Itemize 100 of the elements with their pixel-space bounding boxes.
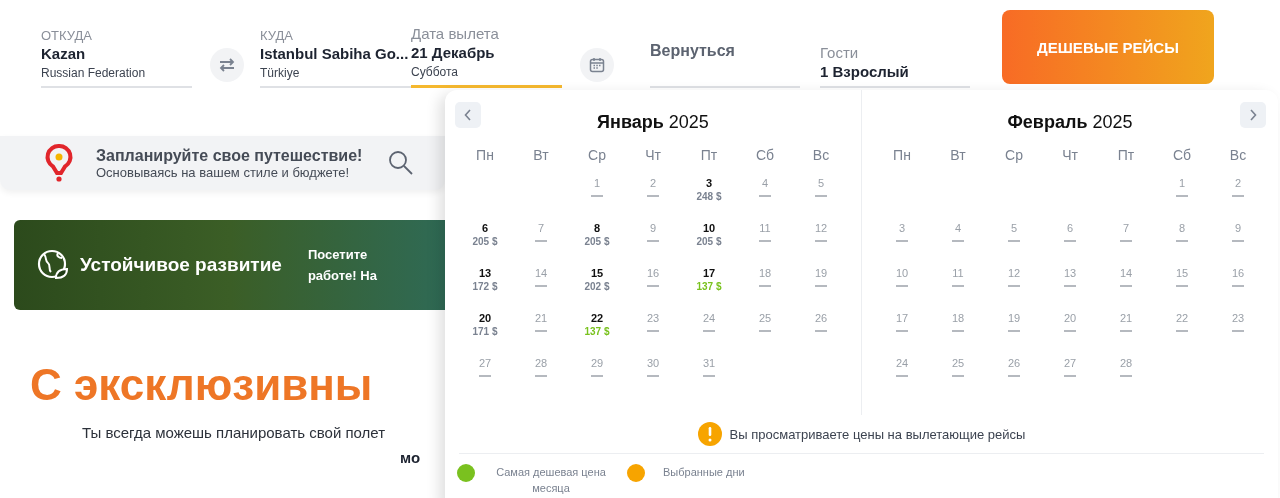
calendar-day[interactable]: 2 — [649, 177, 657, 189]
calendar-day[interactable]: 25 — [951, 357, 965, 369]
calendar-day[interactable]: 5 — [1010, 222, 1018, 234]
calendar-day[interactable]: 16 — [1231, 267, 1245, 279]
calendar-day[interactable]: 22 — [1175, 312, 1189, 324]
search-field[interactable]: ОТКУДА Kazan Russian Federation — [41, 10, 192, 88]
calendar-day[interactable]: 28 — [534, 357, 548, 369]
banner-title: Запланируйте свое путешествие! — [96, 146, 363, 165]
calendar-day[interactable]: 25 — [758, 312, 772, 324]
calendar-day[interactable]: 12 — [814, 222, 828, 234]
calendar-day[interactable]: 15 202 $ — [584, 267, 610, 292]
weekday-label: Чт — [1061, 147, 1079, 165]
calendar-day[interactable]: 4 — [954, 222, 962, 234]
month-title: Февраль 2025 — [1007, 112, 1133, 133]
calendar-day[interactable]: 21 — [534, 312, 548, 324]
calendar-day[interactable]: 18 — [758, 267, 772, 279]
sustainability-banner[interactable]: Устойчивое развитие Посетите работе! На — [14, 220, 445, 310]
no-price-dash — [591, 375, 603, 377]
calendar-day[interactable]: 14 — [534, 267, 548, 279]
field-value: Kazan — [41, 45, 87, 62]
calendar-day[interactable]: 7 — [1122, 222, 1130, 234]
swap-icon[interactable] — [210, 48, 244, 82]
calendar-day[interactable]: 9 — [1234, 222, 1242, 234]
next-month-button[interactable] — [1240, 102, 1266, 128]
calendar-day[interactable]: 3 — [898, 222, 906, 234]
calendar-day[interactable]: 30 — [646, 357, 660, 369]
no-price-dash — [952, 330, 964, 332]
calendar-day[interactable]: 10 — [895, 267, 909, 279]
calendar-day[interactable]: 26 — [1007, 357, 1021, 369]
no-price-dash — [896, 285, 908, 287]
calendar-day[interactable]: 6 205 $ — [472, 222, 498, 247]
calendar-day[interactable]: 5 — [817, 177, 825, 189]
no-price-dash — [815, 285, 827, 287]
calendar-day[interactable]: 14 — [1119, 267, 1133, 279]
calendar-day[interactable]: 18 — [951, 312, 965, 324]
calendar-day[interactable]: 7 — [537, 222, 545, 234]
calendar-day[interactable]: 27 — [478, 357, 492, 369]
calendar-day[interactable]: 1 — [1178, 177, 1186, 189]
calendar-day[interactable]: 19 — [814, 267, 828, 279]
no-price-dash — [1008, 240, 1020, 242]
no-price-dash — [1232, 330, 1244, 332]
no-price-dash — [535, 240, 547, 242]
calendar-day[interactable]: 4 — [761, 177, 769, 189]
weekday-label: Ср — [587, 147, 607, 165]
search-icon — [388, 150, 415, 176]
field-subtext: Türkiye — [260, 66, 301, 80]
no-price-dash — [815, 195, 827, 197]
calendar-day[interactable]: 1 — [593, 177, 601, 189]
no-price-dash — [896, 240, 908, 242]
search-flights-button[interactable]: ДЕШЕВЫЕ РЕЙСЫ — [1002, 10, 1214, 84]
calendar-day[interactable]: 9 — [649, 222, 657, 234]
calendar-day[interactable]: 8 — [1178, 222, 1186, 234]
calendar-day[interactable]: 17 — [895, 312, 909, 324]
field-subtext: Суббота — [411, 65, 459, 79]
calendar-day[interactable]: 11 — [759, 222, 771, 234]
calendar-day[interactable]: 24 — [895, 357, 909, 369]
no-price-dash — [647, 195, 659, 197]
field-value: Istanbul Sabiha Go... — [260, 45, 410, 62]
calendar-day[interactable]: 3 248 $ — [696, 177, 722, 202]
calendar-day[interactable]: 15 — [1175, 267, 1189, 279]
calendar-icon[interactable] — [580, 48, 614, 82]
calendar-day[interactable]: 19 — [1007, 312, 1021, 324]
no-price-dash — [647, 285, 659, 287]
calendar-day[interactable]: 2 — [1234, 177, 1242, 189]
globe-leaf-icon — [36, 248, 70, 282]
calendar-day[interactable]: 23 — [1231, 312, 1245, 324]
calendar-day[interactable]: 23 — [646, 312, 660, 324]
calendar-day[interactable]: 17 137 $ — [696, 267, 722, 292]
calendar-day[interactable]: 26 — [814, 312, 828, 324]
no-price-dash — [952, 375, 964, 377]
weekday-label: Пн — [892, 147, 912, 165]
calendar-day[interactable]: 12 — [1007, 267, 1021, 279]
banner-subtitle: Основываясь на вашем стиле и бюджете! — [96, 164, 351, 180]
no-price-dash — [591, 195, 603, 197]
calendar-day[interactable]: 20 171 $ — [472, 312, 498, 337]
no-price-dash — [1008, 285, 1020, 287]
field-subtext: Russian Federation — [41, 66, 147, 80]
plan-trip-banner[interactable]: Запланируйте свое путешествие! Основываясь на вашем стиле и бюджете! — [0, 136, 445, 190]
calendar-day[interactable]: 11 — [952, 267, 964, 279]
search-field[interactable]: Гости 1 Взрослый — [820, 10, 970, 88]
calendar-day[interactable]: 29 — [590, 357, 604, 369]
calendar-day[interactable]: 28 — [1119, 357, 1133, 369]
field-label: КУДА — [260, 28, 294, 43]
search-field[interactable]: КУДА Istanbul Sabiha Go... Türkiye — [260, 10, 411, 88]
calendar-day[interactable]: 13 — [1063, 267, 1077, 279]
calendar-day[interactable]: 8 205 $ — [584, 222, 610, 247]
calendar-day[interactable]: 13 172 $ — [472, 267, 498, 292]
calendar-day[interactable]: 27 — [1063, 357, 1077, 369]
calendar-day[interactable]: 6 — [1066, 222, 1074, 234]
no-price-dash — [1008, 375, 1020, 377]
calendar-day[interactable]: 31 — [702, 357, 716, 369]
calendar-day[interactable]: 20 — [1063, 312, 1077, 324]
calendar-day[interactable]: 22 137 $ — [584, 312, 610, 337]
calendar-day[interactable]: 21 — [1119, 312, 1133, 324]
calendar-day[interactable]: 16 — [646, 267, 660, 279]
no-price-dash — [1232, 240, 1244, 242]
calendar-day[interactable]: 24 — [702, 312, 716, 324]
previous-month-button[interactable] — [455, 102, 481, 128]
calendar-day[interactable]: 10 205 $ — [696, 222, 722, 247]
search-field[interactable]: Вернуться — [650, 10, 800, 88]
